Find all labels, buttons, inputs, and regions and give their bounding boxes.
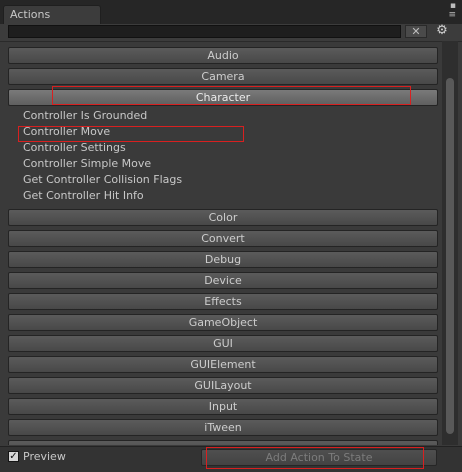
scrollbar-thumb[interactable] xyxy=(446,78,454,434)
category-guielement[interactable]: GUIElement xyxy=(8,356,438,373)
clear-search-button[interactable]: ✕ xyxy=(405,25,427,38)
category-camera[interactable]: Camera xyxy=(8,68,438,85)
category-convert[interactable]: Convert xyxy=(8,230,438,247)
gear-icon[interactable]: ⚙ xyxy=(431,23,453,39)
category-color[interactable]: Color xyxy=(8,209,438,226)
action-item[interactable]: Controller Move xyxy=(23,125,110,139)
category-device[interactable]: Device xyxy=(8,272,438,289)
category-itween[interactable]: iTween xyxy=(8,419,438,436)
menu-dots-icon[interactable]: ≡ xyxy=(448,11,456,20)
window-controls: ▪ ≡ xyxy=(448,2,456,20)
preview-label: Preview xyxy=(23,450,66,463)
category-debug[interactable]: Debug xyxy=(8,251,438,268)
category-gui[interactable]: GUI xyxy=(8,335,438,352)
tab-actions[interactable]: Actions xyxy=(3,5,101,24)
action-item[interactable]: Get Controller Hit Info xyxy=(23,189,144,203)
action-item[interactable]: Get Controller Collision Flags xyxy=(23,173,182,187)
category-partial[interactable] xyxy=(8,440,438,445)
action-category-list: Audio Camera Character Controller Is Gro… xyxy=(0,41,441,445)
category-audio[interactable]: Audio xyxy=(8,47,438,64)
search-input[interactable] xyxy=(8,25,401,38)
preview-checkbox[interactable]: ✓ xyxy=(8,451,19,462)
action-item[interactable]: Controller Settings xyxy=(23,141,126,155)
category-effects[interactable]: Effects xyxy=(8,293,438,310)
action-item[interactable]: Controller Is Grounded xyxy=(23,109,147,123)
category-character[interactable]: Character xyxy=(8,89,438,106)
title-bar: Actions ▪ ≡ xyxy=(0,0,462,24)
category-guilayout[interactable]: GUILayout xyxy=(8,377,438,394)
category-gameobject[interactable]: GameObject xyxy=(8,314,438,331)
action-item[interactable]: Controller Simple Move xyxy=(23,157,151,171)
add-action-button[interactable]: Add Action To State xyxy=(201,449,437,466)
category-input[interactable]: Input xyxy=(8,398,438,415)
